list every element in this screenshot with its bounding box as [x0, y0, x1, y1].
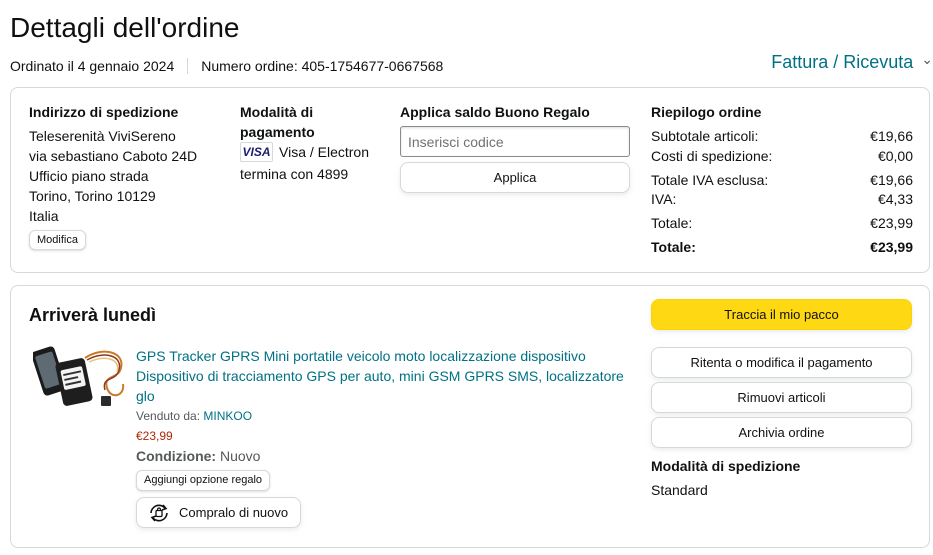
archive-order-button[interactable]: Archivia ordine	[651, 417, 912, 448]
apply-gift-card-button[interactable]: Applica	[400, 162, 630, 193]
summary-label: Subtotale articoli:	[651, 128, 759, 144]
product-title-link[interactable]: GPS Tracker GPRS Mini portatile veicolo …	[136, 346, 626, 406]
gift-card-section: Applica saldo Buono Regalo Applica	[400, 102, 632, 193]
summary-value: €23,99	[870, 239, 913, 255]
summary-label: Costi di spedizione:	[651, 148, 773, 164]
summary-row: Totale: €23,99	[651, 213, 913, 233]
track-package-button[interactable]: Traccia il mio pacco	[651, 299, 912, 330]
edit-address-button[interactable]: Modifica	[29, 230, 86, 250]
page-title: Dettagli dell'ordine	[10, 12, 240, 43]
order-summary-section: Riepilogo ordine Subtotale articoli: €19…	[651, 102, 913, 257]
shipping-address-title: Indirizzo di spedizione	[29, 104, 179, 120]
product-info: GPS Tracker GPRS Mini portatile veicolo …	[136, 346, 626, 528]
summary-value: €4,33	[877, 191, 913, 207]
add-gift-option-button[interactable]: Aggiungi opzione regalo	[136, 470, 271, 491]
gift-card-code-input[interactable]	[400, 126, 630, 157]
summary-row: Subtotale articoli: €19,66	[651, 126, 913, 146]
seller-link[interactable]: MINKOO	[203, 409, 252, 423]
order-date: Ordinato il 4 gennaio 2024	[10, 58, 175, 74]
gift-card-title: Applica saldo Buono Regalo	[400, 104, 590, 120]
buy-again-label: Compralo di nuovo	[179, 504, 289, 520]
shipment-box: Arriverà lunedì GPS Tracker GPRS Mini po…	[10, 285, 930, 548]
visa-card-icon: VISA	[240, 142, 273, 162]
retry-payment-button[interactable]: Ritenta o modifica il pagamento	[651, 347, 912, 378]
buy-again-button[interactable]: Compralo di nuovo	[136, 497, 301, 528]
summary-label: Totale IVA esclusa:	[651, 172, 769, 188]
summary-value: €0,00	[877, 148, 913, 164]
sold-by: Venduto da: MINKOO	[136, 407, 626, 425]
summary-value: €19,66	[870, 128, 913, 144]
product-condition: Condizione: Nuovo	[136, 446, 626, 466]
summary-label: IVA:	[651, 191, 677, 207]
summary-grand-total-row: Totale: €23,99	[651, 237, 913, 257]
address-line: Torino, Torino 10129	[29, 188, 156, 204]
shipping-mode-title: Modalità di spedizione	[651, 458, 801, 474]
arrival-heading: Arriverà lunedì	[29, 305, 157, 325]
summary-value: €23,99	[870, 215, 913, 231]
invoice-link-label[interactable]: Fattura / Ricevuta	[771, 50, 913, 74]
address-line: Teleserenità ViviSereno	[29, 128, 176, 144]
summary-value: €19,66	[870, 172, 913, 188]
order-number: Numero ordine: 405-1754677-0667568	[201, 58, 444, 74]
meta-divider	[187, 58, 189, 74]
address-line: via sebastiano Caboto 24D	[29, 148, 198, 164]
product-image[interactable]	[33, 344, 129, 412]
shipping-address-section: Indirizzo di spedizione Teleserenità Viv…	[29, 102, 219, 250]
summary-title: Riepilogo ordine	[651, 104, 762, 120]
address-line: Italia	[29, 208, 59, 224]
summary-label: Totale:	[651, 215, 693, 231]
order-meta: Ordinato il 4 gennaio 2024 Numero ordine…	[10, 56, 443, 76]
order-actions: Traccia il mio pacco Ritenta o modifica …	[651, 299, 912, 500]
product-price: €23,99	[136, 429, 173, 443]
sold-by-label: Venduto da:	[136, 409, 201, 423]
card-ending: termina con 4899	[240, 166, 349, 182]
order-summary-box: Indirizzo di spedizione Teleserenità Viv…	[10, 87, 930, 273]
summary-row: Costi di spedizione: €0,00	[651, 146, 913, 166]
condition-value: Nuovo	[220, 448, 261, 464]
condition-label: Condizione:	[136, 448, 217, 464]
address-line: Ufficio piano strada	[29, 168, 149, 184]
invoice-dropdown[interactable]: Fattura / Ricevuta ⌄	[771, 50, 933, 74]
remove-items-button[interactable]: Rimuovi articoli	[651, 382, 912, 413]
payment-title: Modalità di pagamento	[240, 104, 315, 140]
buy-again-icon	[150, 503, 168, 522]
summary-row: IVA: €4,33	[651, 189, 913, 209]
chevron-down-icon: ⌄	[921, 51, 933, 67]
payment-section: Modalità di pagamento VISA Visa / Electr…	[240, 102, 390, 184]
shipping-mode-value: Standard	[651, 482, 708, 498]
summary-label: Totale:	[651, 239, 696, 255]
summary-row: Totale IVA esclusa: €19,66	[651, 170, 913, 190]
card-type: Visa / Electron	[279, 144, 370, 160]
shipping-mode-section: Modalità di spedizione Standard	[651, 456, 912, 500]
